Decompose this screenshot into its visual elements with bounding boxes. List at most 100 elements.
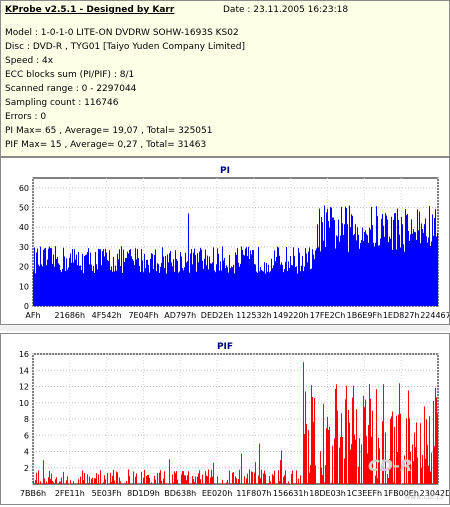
pi-bar xyxy=(356,240,357,306)
pi-bar xyxy=(364,232,365,306)
pif-bar xyxy=(355,440,356,484)
pif-bar xyxy=(198,473,199,484)
pi-bar xyxy=(252,250,253,306)
pi-bar xyxy=(269,272,270,306)
pi-bar xyxy=(37,249,38,306)
pi-bar xyxy=(40,247,41,306)
pi-bar xyxy=(109,250,110,306)
pi-bar xyxy=(408,231,409,306)
pi-bar xyxy=(277,247,278,306)
pi-bar xyxy=(431,241,432,306)
pi-bar xyxy=(264,262,265,306)
pif-bar xyxy=(304,434,305,484)
pif-bar xyxy=(377,478,378,484)
pi-bar xyxy=(403,244,404,306)
pi-bar xyxy=(278,248,279,306)
pi-bar xyxy=(398,220,399,306)
pif-bar xyxy=(306,424,307,484)
pi-bar xyxy=(329,228,330,306)
pi-bar xyxy=(125,258,126,306)
pif-x-tick-label: 5E03Fh xyxy=(92,489,122,498)
pi-bar xyxy=(175,250,176,306)
pi-bar xyxy=(210,263,211,306)
pi-bar xyxy=(256,272,257,306)
info-sampling-count: Sampling count : 116746 xyxy=(5,98,119,108)
pi-bar xyxy=(112,272,113,306)
pi-bar xyxy=(393,220,394,306)
pif-bar xyxy=(235,476,236,484)
pi-bar xyxy=(420,243,421,306)
pi-bar xyxy=(133,261,134,306)
pi-bar xyxy=(338,220,339,306)
pif-bar xyxy=(222,480,223,484)
pif-bar xyxy=(237,483,238,484)
pi-bar xyxy=(354,234,355,306)
pi-bar xyxy=(271,259,272,306)
pi-bar xyxy=(228,273,229,306)
pif-bar xyxy=(78,479,79,484)
pi-bar xyxy=(389,236,390,306)
pif-bar xyxy=(430,472,431,484)
pif-bar xyxy=(241,453,242,484)
pi-bar xyxy=(92,271,93,306)
pif-bar xyxy=(368,425,369,484)
pi-bar xyxy=(247,256,248,306)
pif-bar xyxy=(35,480,36,484)
pi-bar xyxy=(324,206,325,306)
pif-bar xyxy=(159,473,160,484)
pif-bar xyxy=(33,481,34,484)
pi-bar xyxy=(127,252,128,306)
pif-y-tick-label: 8 xyxy=(24,415,29,424)
pif-y-tick-label: 10 xyxy=(19,399,29,408)
pi-bar xyxy=(362,228,363,306)
pif-bar xyxy=(79,483,80,484)
pi-bar xyxy=(143,272,144,306)
pif-bar xyxy=(437,414,438,484)
pi-bar xyxy=(104,256,105,306)
pi-bar xyxy=(180,252,181,306)
pi-bar xyxy=(163,256,164,306)
pif-bar xyxy=(272,474,273,484)
pif-bar xyxy=(285,470,286,484)
pi-bar xyxy=(314,259,315,306)
pi-bar xyxy=(371,207,372,306)
pi-bar xyxy=(330,207,331,306)
pi-bar xyxy=(91,265,92,306)
pif-bar xyxy=(185,475,186,484)
pif-bar xyxy=(360,483,361,484)
pi-x-tick-label: 4F542h xyxy=(92,311,122,320)
pi-bar xyxy=(350,227,351,306)
pi-bar xyxy=(334,220,335,306)
pi-bar xyxy=(156,271,157,306)
pi-bar xyxy=(323,241,324,306)
pi-x-tick-label: 224467h xyxy=(420,311,449,320)
pif-y-tick-label: 4 xyxy=(24,448,29,457)
pif-bar xyxy=(259,444,260,484)
pif-bar xyxy=(195,477,196,484)
pi-bar xyxy=(199,252,200,306)
pif-bar xyxy=(269,476,270,484)
pif-bar xyxy=(417,457,418,484)
pi-bar xyxy=(83,273,84,306)
pi-bar xyxy=(347,224,348,306)
pi-bar xyxy=(185,253,186,306)
pi-bar xyxy=(283,272,284,306)
pi-bar xyxy=(291,265,292,306)
pi-bar xyxy=(192,264,193,306)
pif-bar xyxy=(346,386,347,484)
pi-bar xyxy=(181,256,182,306)
pi-bar xyxy=(103,249,104,306)
pif-bar xyxy=(291,474,292,484)
pi-bar xyxy=(359,249,360,306)
pi-bar xyxy=(68,267,69,306)
pi-bar xyxy=(433,236,434,306)
pi-y-tick-label: 20 xyxy=(19,263,29,272)
pif-bar xyxy=(265,474,266,484)
pi-bar xyxy=(196,272,197,306)
pif-bar xyxy=(427,445,428,484)
pi-bar xyxy=(170,251,171,306)
pif-x-tick-label: EE020h xyxy=(202,489,232,498)
pif-bar xyxy=(107,473,108,484)
pif-bar xyxy=(95,478,96,484)
pi-bar xyxy=(273,265,274,306)
